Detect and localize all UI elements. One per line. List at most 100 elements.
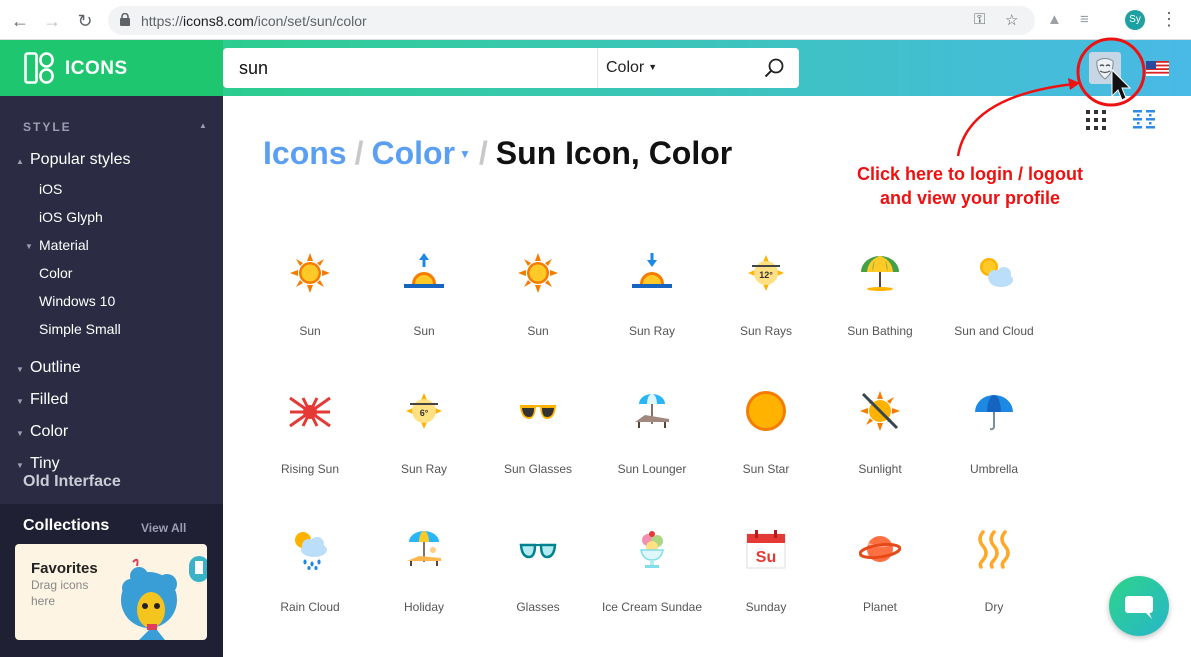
icon-label: Rain Cloud	[280, 600, 340, 614]
address-bar[interactable]: https://icons8.com/icon/set/sun/color ⚿ …	[108, 6, 1035, 35]
sidebar-item-simple-small[interactable]: Simple Small	[39, 321, 121, 337]
url-text: https://icons8.com/icon/set/sun/color	[141, 13, 367, 29]
icon-label: Sunday	[745, 600, 787, 614]
sidebar-item-material[interactable]: Material	[39, 237, 89, 253]
grid-view-icon[interactable]	[1086, 110, 1106, 130]
sun-icon	[290, 253, 330, 293]
caret-down-icon: ▼	[16, 461, 24, 470]
key-icon[interactable]: ⚿	[974, 11, 985, 28]
svg-text:12°: 12°	[759, 270, 773, 280]
icon-label: Sun Rays	[739, 324, 793, 338]
database-icon[interactable]: ≡	[1080, 11, 1089, 28]
icon-tile[interactable]: Sun Lounger	[595, 374, 709, 504]
icon-tile[interactable]: Glasses	[481, 512, 595, 642]
back-icon[interactable]: ←	[10, 11, 30, 32]
svg-text:Su: Su	[756, 549, 776, 566]
forward-icon[interactable]: →	[42, 11, 62, 32]
page-title: Sun Icon, Color	[495, 135, 733, 171]
icon-tile[interactable]: Sun and Cloud	[937, 236, 1051, 366]
icon-tile[interactable]: Planet	[823, 512, 937, 642]
icon-tile[interactable]: Sun Bathing	[823, 236, 937, 366]
sidebar: STYLE ▲ ▲ Popular styles iOS iOS Glyph ▼…	[0, 96, 223, 657]
sidebar-item-outline[interactable]: Outline	[30, 359, 81, 377]
caret-down-icon[interactable]: ▼	[459, 147, 471, 161]
menu-icon[interactable]: ⋮	[1160, 9, 1178, 30]
calendar-icon: Su	[746, 530, 786, 569]
icon-tile[interactable]: Sunlight	[823, 374, 937, 504]
beach-umbrella-icon	[861, 256, 899, 291]
favorites-collection[interactable]: Favorites Drag icons here	[15, 544, 207, 640]
breadcrumb-icons-link[interactable]: Icons	[263, 135, 347, 171]
profile-button[interactable]	[1089, 52, 1121, 84]
icon-tile[interactable]: Dry	[937, 512, 1051, 642]
search-divider	[597, 48, 598, 88]
icon-label: Sun Star	[742, 462, 790, 476]
icon-tile[interactable]: Su Sunday	[709, 512, 823, 642]
sidebar-item-tiny[interactable]: Tiny	[30, 455, 60, 473]
icon-tile[interactable]: Sun	[253, 236, 367, 366]
lock-icon	[120, 13, 130, 26]
breadcrumb-color-link[interactable]: Color	[371, 135, 455, 171]
rising-sun-flag-icon	[289, 396, 331, 428]
caret-down-icon: ▼	[25, 242, 33, 251]
icon-label: Sun	[527, 324, 549, 338]
icon-tile[interactable]: Holiday	[367, 512, 481, 642]
drive-icon[interactable]: ▲	[1047, 11, 1062, 28]
icon-label: Sun Glasses	[503, 462, 573, 476]
icon-tile[interactable]: Sun	[481, 236, 595, 366]
icon-tile[interactable]: Rising Sun	[253, 374, 367, 504]
browser-profile-avatar[interactable]: Sy	[1125, 10, 1145, 30]
collapse-icon[interactable]: ▲	[199, 121, 207, 130]
sidebar-item-ios-glyph[interactable]: iOS Glyph	[39, 209, 103, 225]
brand-name: ICONS	[65, 58, 128, 79]
anonymous-mask-icon	[1096, 58, 1114, 80]
icon-tile[interactable]: Sun	[367, 236, 481, 366]
svg-text:6°: 6°	[420, 408, 429, 418]
icon-label: Sun Ray	[400, 462, 448, 476]
icon-tile[interactable]: Sun Star	[709, 374, 823, 504]
icon-tile[interactable]: Ice Cream Sundae	[595, 512, 709, 642]
icon-label: Glasses	[516, 600, 560, 614]
caret-down-icon: ▼	[16, 397, 24, 406]
annotation-line-2: and view your profile	[879, 188, 1061, 208]
icon-label: Umbrella	[969, 462, 1018, 476]
sun-temperature-icon: 6°	[406, 393, 442, 429]
sunset-icon	[632, 253, 672, 288]
icon-tile[interactable]: Sun Ray	[595, 236, 709, 366]
icon-tile[interactable]: Umbrella	[937, 374, 1051, 504]
chat-button[interactable]	[1109, 576, 1169, 636]
chat-bubble-icon	[1125, 596, 1153, 619]
icon-tile[interactable]: Rain Cloud	[253, 512, 367, 642]
icon-tile[interactable]: Sun Glasses	[481, 374, 595, 504]
glasses-icon	[519, 543, 557, 559]
us-flag-icon[interactable]	[1146, 61, 1169, 76]
sunrise-icon	[404, 253, 444, 288]
view-all-link[interactable]: View All	[141, 521, 186, 535]
search-input[interactable]: sun	[239, 58, 268, 79]
umbrella-icon	[975, 395, 1013, 431]
style-section-title: STYLE	[23, 120, 72, 134]
sidebar-item-filled[interactable]: Filled	[30, 391, 68, 409]
star-icon[interactable]: ☆	[1005, 11, 1018, 29]
sidebar-item-ios[interactable]: iOS	[39, 181, 62, 197]
sun-temperature-icon: 12°	[748, 255, 784, 291]
breadcrumb-separator: /	[354, 135, 364, 171]
sidebar-item-color[interactable]: Color	[39, 265, 72, 281]
search-icon[interactable]	[763, 57, 785, 79]
icon-tile[interactable]: 6° Sun Ray	[367, 374, 481, 504]
icon-label: Dry	[984, 600, 1004, 614]
favorites-title: Favorites	[31, 560, 98, 577]
partly-cloudy-icon	[980, 258, 1013, 287]
sidebar-item-windows-10[interactable]: Windows 10	[39, 293, 115, 309]
style-dropdown[interactable]: Color ▼	[606, 59, 657, 77]
list-view-icon[interactable]	[1133, 110, 1155, 130]
icon-label: Holiday	[403, 600, 445, 614]
sun-star-icon	[746, 391, 786, 431]
sidebar-item-color-group[interactable]: Color	[30, 423, 68, 441]
old-interface-link[interactable]: Old Interface	[23, 473, 121, 491]
icon-tile[interactable]: 12° Sun Rays	[709, 236, 823, 366]
brand[interactable]: ICONS	[0, 40, 223, 96]
sidebar-item-popular-styles[interactable]: Popular styles	[30, 151, 131, 169]
collections-title: Collections	[23, 517, 110, 534]
reload-icon[interactable]: ↻	[75, 11, 95, 32]
